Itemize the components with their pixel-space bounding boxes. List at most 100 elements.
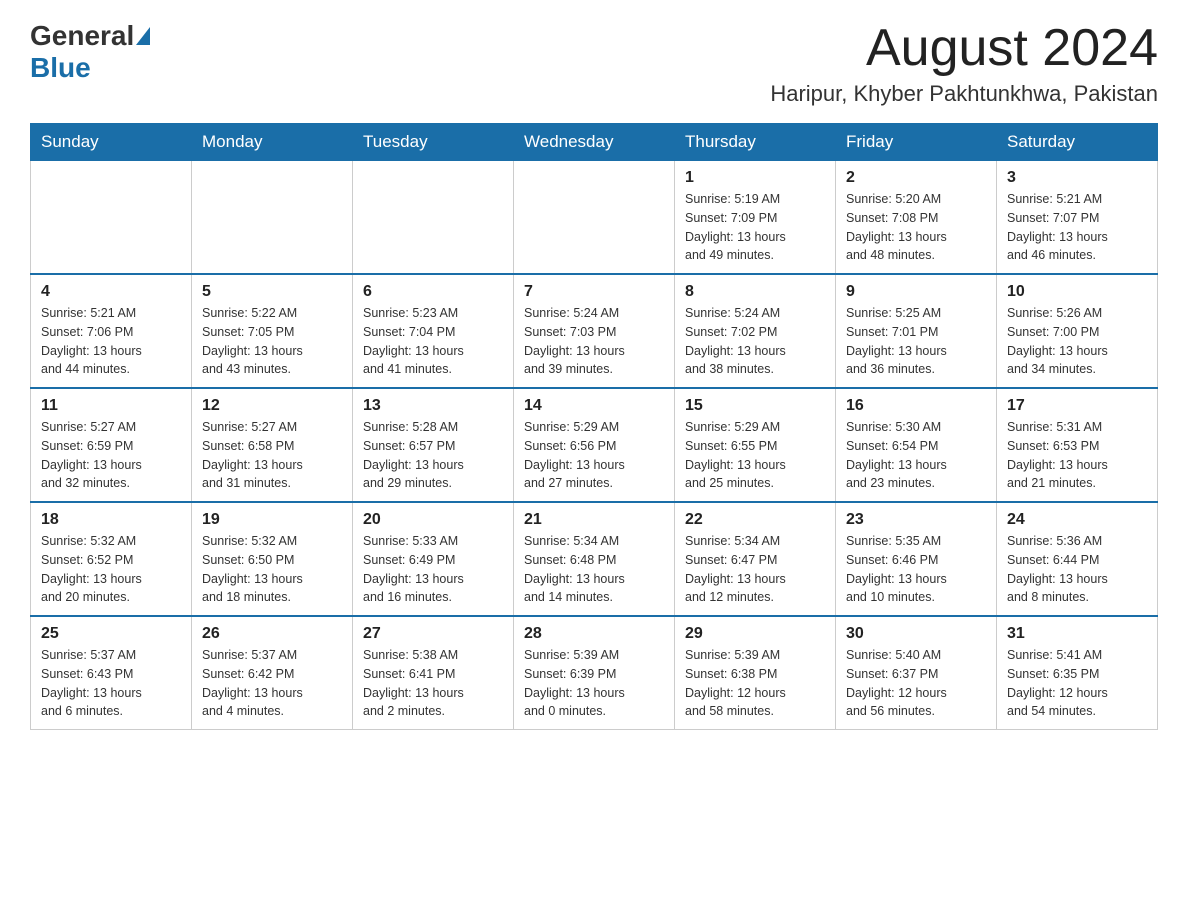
calendar-cell: 24 Sunrise: 5:36 AMSunset: 6:44 PMDayligh… (997, 502, 1158, 616)
day-number: 2 (846, 169, 986, 187)
calendar-cell: 9Sunrise: 5:25 AMSunset: 7:01 PMDaylight… (836, 274, 997, 388)
week-row-3: 11 Sunrise: 5:27 AMSunset: 6:59 PMDayligh… (31, 388, 1158, 502)
calendar-cell: 6 Sunrise: 5:23 AMSunset: 7:04 PMDaylight… (353, 274, 514, 388)
day-number: 7 (524, 283, 664, 301)
day-number: 29 (685, 625, 825, 643)
month-title: August 2024 (770, 20, 1158, 77)
day-info: Sunrise: 5:21 AMSunset: 7:07 PMDaylight:… (1007, 190, 1147, 265)
day-info: Sunrise: 5:39 AMSunset: 6:39 PMDaylight:… (524, 646, 664, 721)
day-info: Sunrise: 5:37 AMSunset: 6:42 PMDaylight:… (202, 646, 342, 721)
day-info: Sunrise: 5:37 AMSunset: 6:43 PMDaylight:… (41, 646, 181, 721)
weekday-header-sunday: Sunday (31, 124, 192, 161)
day-info: Sunrise: 5:24 AMSunset: 7:02 PMDaylight:… (685, 304, 825, 379)
day-number: 18 (41, 511, 181, 529)
calendar-cell: 5 Sunrise: 5:22 AMSunset: 7:05 PMDaylight… (192, 274, 353, 388)
calendar-cell: 30 Sunrise: 5:40 AMSunset: 6:37 PMDayligh… (836, 616, 997, 730)
calendar-cell: 27 Sunrise: 5:38 AMSunset: 6:41 PMDayligh… (353, 616, 514, 730)
weekday-header-thursday: Thursday (675, 124, 836, 161)
day-number: 11 (41, 397, 181, 415)
day-info: Sunrise: 5:33 AMSunset: 6:49 PMDaylight:… (363, 532, 503, 607)
day-info: Sunrise: 5:39 AMSunset: 6:38 PMDaylight:… (685, 646, 825, 721)
day-number: 13 (363, 397, 503, 415)
day-info: Sunrise: 5:32 AMSunset: 6:52 PMDaylight:… (41, 532, 181, 607)
day-info: Sunrise: 5:34 AMSunset: 6:48 PMDaylight:… (524, 532, 664, 607)
day-number: 14 (524, 397, 664, 415)
calendar-cell: 8Sunrise: 5:24 AMSunset: 7:02 PMDaylight… (675, 274, 836, 388)
calendar-cell: 10Sunrise: 5:26 AMSunset: 7:00 PMDayligh… (997, 274, 1158, 388)
week-row-5: 25 Sunrise: 5:37 AMSunset: 6:43 PMDayligh… (31, 616, 1158, 730)
day-number: 27 (363, 625, 503, 643)
weekday-header-saturday: Saturday (997, 124, 1158, 161)
day-number: 21 (524, 511, 664, 529)
calendar-cell (514, 161, 675, 275)
calendar-table: SundayMondayTuesdayWednesdayThursdayFrid… (30, 123, 1158, 730)
calendar-cell: 3 Sunrise: 5:21 AMSunset: 7:07 PMDaylight… (997, 161, 1158, 275)
logo: General Blue (30, 20, 150, 84)
week-row-2: 4 Sunrise: 5:21 AMSunset: 7:06 PMDaylight… (31, 274, 1158, 388)
day-number: 5 (202, 283, 342, 301)
day-info: Sunrise: 5:38 AMSunset: 6:41 PMDaylight:… (363, 646, 503, 721)
day-info: Sunrise: 5:20 AMSunset: 7:08 PMDaylight:… (846, 190, 986, 265)
weekday-header-monday: Monday (192, 124, 353, 161)
calendar-cell: 22 Sunrise: 5:34 AMSunset: 6:47 PMDayligh… (675, 502, 836, 616)
week-row-4: 18 Sunrise: 5:32 AMSunset: 6:52 PMDayligh… (31, 502, 1158, 616)
location-title: Haripur, Khyber Pakhtunkhwa, Pakistan (770, 81, 1158, 107)
calendar-cell: 1 Sunrise: 5:19 AMSunset: 7:09 PMDaylight… (675, 161, 836, 275)
week-row-1: 1 Sunrise: 5:19 AMSunset: 7:09 PMDaylight… (31, 161, 1158, 275)
calendar-cell: 28 Sunrise: 5:39 AMSunset: 6:39 PMDayligh… (514, 616, 675, 730)
day-info: Sunrise: 5:25 AMSunset: 7:01 PMDaylight:… (846, 304, 986, 379)
day-number: 17 (1007, 397, 1147, 415)
calendar-cell: 13Sunrise: 5:28 AMSunset: 6:57 PMDayligh… (353, 388, 514, 502)
day-number: 1 (685, 169, 825, 187)
weekday-header-wednesday: Wednesday (514, 124, 675, 161)
day-info: Sunrise: 5:34 AMSunset: 6:47 PMDaylight:… (685, 532, 825, 607)
day-info: Sunrise: 5:29 AMSunset: 6:55 PMDaylight:… (685, 418, 825, 493)
day-number: 30 (846, 625, 986, 643)
logo-triangle-icon (136, 27, 150, 45)
calendar-cell: 17 Sunrise: 5:31 AMSunset: 6:53 PMDayligh… (997, 388, 1158, 502)
day-number: 6 (363, 283, 503, 301)
day-info: Sunrise: 5:36 AMSunset: 6:44 PMDaylight:… (1007, 532, 1147, 607)
calendar-cell: 31Sunrise: 5:41 AMSunset: 6:35 PMDayligh… (997, 616, 1158, 730)
day-number: 3 (1007, 169, 1147, 187)
day-info: Sunrise: 5:19 AMSunset: 7:09 PMDaylight:… (685, 190, 825, 265)
calendar-cell: 26 Sunrise: 5:37 AMSunset: 6:42 PMDayligh… (192, 616, 353, 730)
title-block: August 2024 Haripur, Khyber Pakhtunkhwa,… (770, 20, 1158, 107)
weekday-header-row: SundayMondayTuesdayWednesdayThursdayFrid… (31, 124, 1158, 161)
day-number: 24 (1007, 511, 1147, 529)
calendar-cell: 23 Sunrise: 5:35 AMSunset: 6:46 PMDayligh… (836, 502, 997, 616)
weekday-header-tuesday: Tuesday (353, 124, 514, 161)
calendar-cell: 12Sunrise: 5:27 AMSunset: 6:58 PMDayligh… (192, 388, 353, 502)
logo-general-text: General (30, 20, 134, 52)
day-number: 22 (685, 511, 825, 529)
day-number: 25 (41, 625, 181, 643)
day-number: 23 (846, 511, 986, 529)
day-number: 28 (524, 625, 664, 643)
day-number: 15 (685, 397, 825, 415)
calendar-cell: 14 Sunrise: 5:29 AMSunset: 6:56 PMDayligh… (514, 388, 675, 502)
day-info: Sunrise: 5:29 AMSunset: 6:56 PMDaylight:… (524, 418, 664, 493)
day-info: Sunrise: 5:26 AMSunset: 7:00 PMDaylight:… (1007, 304, 1147, 379)
day-info: Sunrise: 5:40 AMSunset: 6:37 PMDaylight:… (846, 646, 986, 721)
day-info: Sunrise: 5:35 AMSunset: 6:46 PMDaylight:… (846, 532, 986, 607)
calendar-cell: 2 Sunrise: 5:20 AMSunset: 7:08 PMDaylight… (836, 161, 997, 275)
day-number: 4 (41, 283, 181, 301)
day-number: 19 (202, 511, 342, 529)
page-header: General Blue August 2024 Haripur, Khyber… (30, 20, 1158, 107)
logo-blue-text: Blue (30, 52, 91, 84)
day-number: 31 (1007, 625, 1147, 643)
day-info: Sunrise: 5:27 AMSunset: 6:59 PMDaylight:… (41, 418, 181, 493)
day-info: Sunrise: 5:21 AMSunset: 7:06 PMDaylight:… (41, 304, 181, 379)
calendar-cell: 4 Sunrise: 5:21 AMSunset: 7:06 PMDaylight… (31, 274, 192, 388)
calendar-cell: 15 Sunrise: 5:29 AMSunset: 6:55 PMDayligh… (675, 388, 836, 502)
day-info: Sunrise: 5:23 AMSunset: 7:04 PMDaylight:… (363, 304, 503, 379)
calendar-cell: 7Sunrise: 5:24 AMSunset: 7:03 PMDaylight… (514, 274, 675, 388)
day-info: Sunrise: 5:31 AMSunset: 6:53 PMDaylight:… (1007, 418, 1147, 493)
weekday-header-friday: Friday (836, 124, 997, 161)
day-number: 12 (202, 397, 342, 415)
calendar-cell: 20Sunrise: 5:33 AMSunset: 6:49 PMDayligh… (353, 502, 514, 616)
calendar-cell: 11 Sunrise: 5:27 AMSunset: 6:59 PMDayligh… (31, 388, 192, 502)
calendar-cell: 25 Sunrise: 5:37 AMSunset: 6:43 PMDayligh… (31, 616, 192, 730)
day-info: Sunrise: 5:22 AMSunset: 7:05 PMDaylight:… (202, 304, 342, 379)
day-number: 26 (202, 625, 342, 643)
